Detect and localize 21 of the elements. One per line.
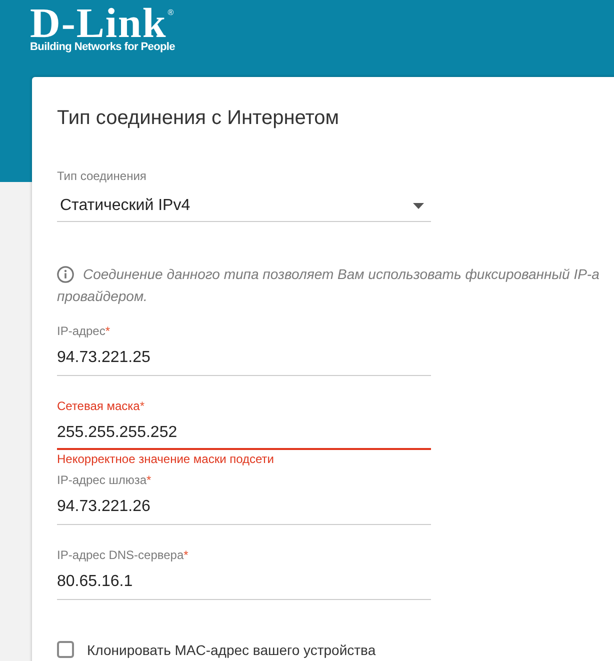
text-field[interactable]: 94.73.221.26 <box>57 495 431 525</box>
field-label: IP-адрес шлюза* <box>57 472 152 488</box>
info-text: провайдером. <box>57 287 148 306</box>
error-message: Некорректное значение маски подсети <box>57 452 274 466</box>
info-icon <box>57 266 74 282</box>
logo-wordmark: D-Link <box>30 7 167 41</box>
page-title: Тип соединения с Интернетом <box>57 106 340 130</box>
checkbox[interactable] <box>57 641 74 658</box>
checkbox-label: Клонировать MAC-адрес вашего устройства <box>87 642 376 658</box>
logo-tagline: Building Networks for People <box>30 41 176 54</box>
caret-down-icon <box>413 203 424 209</box>
text-field[interactable]: 94.73.221.25 <box>57 346 431 376</box>
field-label: Сетевая маска* <box>57 398 145 414</box>
field-label: IP-адрес DNS-сервера* <box>57 547 188 563</box>
info-text: Соединение данного типа позволяет Вам использовать фиксированный IP-а <box>83 265 600 284</box>
text-field[interactable]: 255.255.255.252 <box>57 421 431 450</box>
text-field[interactable]: 80.65.16.1 <box>57 570 431 600</box>
field-label: IP-адрес* <box>57 323 110 339</box>
registered-mark: ® <box>168 9 174 17</box>
field-label: Тип соединения <box>57 168 146 184</box>
connection-type-dropdown[interactable]: Статический IPv4 <box>57 194 431 222</box>
